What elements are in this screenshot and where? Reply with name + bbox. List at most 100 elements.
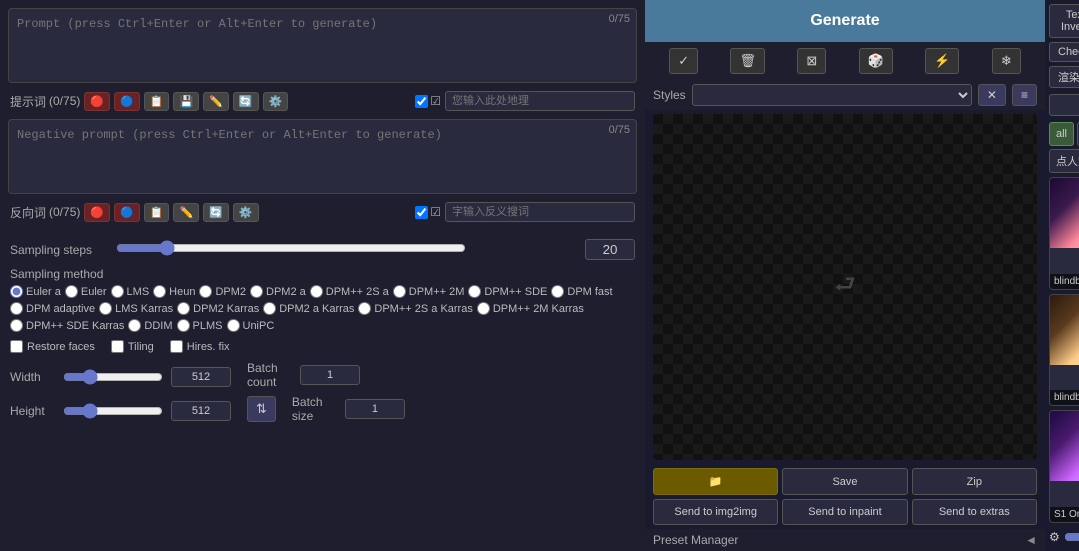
prompt-icon-btn-3[interactable]: 📋 [144,92,170,111]
radio-dpm-2m[interactable]: DPM++ 2M [393,285,465,298]
negative-text-input[interactable] [445,202,635,222]
radio-dpm-adaptive[interactable]: DPM adaptive [10,302,95,315]
card-label-3: blindbox_V3 [1050,390,1079,405]
neg-icon-btn-6[interactable]: ⚙️ [233,203,259,222]
swap-dimensions-btn[interactable]: ⇅ [247,396,276,422]
restore-faces-checkbox[interactable]: Restore faces [10,340,95,353]
card-img-1 [1050,178,1079,248]
neg-icon-btn-4[interactable]: ✏️ [173,203,199,222]
model-tabs: Checkpoints Lora LyCORIS [1049,42,1079,62]
radio-dpm2-karras[interactable]: DPM2 Karras [177,302,259,315]
positive-text-input[interactable] [445,91,635,111]
model-search-input[interactable] [1049,66,1079,88]
radio-dpm2-a[interactable]: DPM2 a [250,285,306,298]
radio-euler-a[interactable]: Euler a [10,285,61,298]
batch-size-value[interactable]: 1 [345,399,405,419]
height-row: Height 512 [10,401,231,421]
radio-euler[interactable]: Euler [65,285,107,298]
card-img-5 [1050,411,1079,481]
prompt-icon-btn-1[interactable]: 🔴 [84,92,110,111]
positive-checkbox[interactable]: ☑ [415,94,441,108]
sampling-steps-label: Sampling steps [10,243,110,257]
filter-all-btn[interactable]: all [1049,122,1074,146]
prompt-icon-btn-6[interactable]: 🔄 [233,92,259,111]
positive-prompt-input[interactable] [9,9,636,79]
positive-toolbar-label: 提示词 (0/75) [10,93,80,110]
width-slider[interactable] [63,369,163,385]
negative-checkbox[interactable]: ☑ [415,205,441,219]
prompt-icon-btn-2[interactable]: 🔵 [114,92,140,111]
checkpoints-tab[interactable]: Checkpoints [1049,42,1079,62]
neg-icon-btn-2[interactable]: 🔵 [114,203,140,222]
prompt-icon-btn-5[interactable]: ✏️ [203,92,229,111]
neg-icon-btn-1[interactable]: 🔴 [84,203,110,222]
prompt-icon-btn-4[interactable]: 💾 [173,92,199,111]
model-card-5[interactable]: S1 Ori_ArtStyle_Vit... [1049,410,1079,523]
right-panel: Textual Inversion Hypernetworks Checkpoi… [1045,0,1079,551]
model-card-3[interactable]: blindbox_V3 [1049,294,1079,407]
radio-dpm2[interactable]: DPM2 [199,285,246,298]
model-card-1[interactable]: blindbox_v1 [1049,177,1079,290]
negative-prompt-input[interactable] [9,120,636,190]
preset-collapse-arrow[interactable]: ◄ [1025,533,1037,547]
action-lightning-btn[interactable]: ⚡ [925,48,959,74]
send-inpaint-btn[interactable]: Send to inpaint [782,499,907,525]
save-btn[interactable]: Save [782,468,907,495]
sampling-steps-row: Sampling steps 20 [10,238,635,261]
action-freeze-btn[interactable]: ❄ [992,48,1021,74]
open-folder-btn[interactable]: 📁 [653,468,778,495]
textual-inversion-tab[interactable]: Textual Inversion [1049,4,1079,38]
batch-count-value[interactable]: 1 [300,365,360,385]
sampling-steps-value[interactable]: 20 [585,239,635,260]
action-trash-btn[interactable]: 🗑 [730,48,765,74]
filter-girl-btn[interactable]: 点人女生/ [1049,149,1079,173]
radio-dpm2m-karras[interactable]: DPM++ 2M Karras [477,302,584,315]
action-checkmark-btn[interactable]: ✓ [669,48,698,74]
settings-icon[interactable]: ⚙ [1049,530,1060,544]
styles-select[interactable] [692,84,972,106]
height-slider[interactable] [63,403,163,419]
radio-ddim[interactable]: DDIM [128,319,172,332]
styles-label: Styles [653,88,686,102]
neg-icon-btn-5[interactable]: 🔄 [203,203,229,222]
bottom-buttons: 📁 Save Zip [645,464,1045,499]
radio-dpm-2s[interactable]: DPM++ 2S a [310,285,389,298]
radio-lms[interactable]: LMS [111,285,150,298]
radio-plms[interactable]: PLMS [177,319,223,332]
radio-dpm2a-karras[interactable]: DPM2 a Karras [263,302,354,315]
action-icons-row: ✓ 🗑 ⊠ 🎲 ⚡ ❄ [645,42,1045,80]
right-tabs: Textual Inversion Hypernetworks [1049,4,1079,38]
zoom-slider[interactable] [1064,529,1079,545]
sampling-steps-slider-container [116,238,466,261]
send-img2img-btn[interactable]: Send to img2img [653,499,778,525]
bottom-zoom-row: ⚙ [1049,527,1079,547]
radio-dpm-fast[interactable]: DPM fast [551,285,612,298]
bottom-buttons-2: Send to img2img Send to inpaint Send to … [645,499,1045,529]
styles-clear-btn[interactable]: ✕ [978,84,1006,106]
positive-prompt-counter: 0/75 [609,13,630,25]
zip-btn[interactable]: Zip [912,468,1037,495]
radio-dpm2sa-karras[interactable]: DPM++ 2S a Karras [358,302,472,315]
canvas-icon: ⮐ [834,267,856,308]
hires-fix-checkbox[interactable]: Hires. fix [170,340,230,353]
prompt-icon-btn-7[interactable]: ⚙️ [263,92,289,111]
sampling-method-label: Sampling method [10,267,635,281]
radio-dpmsde-karras[interactable]: DPM++ SDE Karras [10,319,124,332]
height-value[interactable]: 512 [171,401,231,421]
width-value[interactable]: 512 [171,367,231,387]
positive-prompt-box: 0/75 [8,8,637,83]
action-box-btn[interactable]: ⊠ [797,48,826,74]
neg-icon-btn-3[interactable]: 📋 [144,203,170,222]
radio-dpm-sde[interactable]: DPM++ SDE [468,285,547,298]
generate-button[interactable]: Generate [645,0,1045,42]
radio-unipc[interactable]: UniPC [227,319,275,332]
styles-apply-btn[interactable]: ≡ [1012,84,1037,106]
styles-row: Styles ✕ ≡ [645,80,1045,110]
sampling-steps-slider[interactable] [116,240,466,256]
refresh-button[interactable]: Refresh [1049,94,1079,116]
radio-heun[interactable]: Heun [153,285,195,298]
tiling-checkbox[interactable]: Tiling [111,340,154,353]
action-dice-btn[interactable]: 🎲 [859,48,893,74]
send-extras-btn[interactable]: Send to extras [912,499,1037,525]
radio-lms-karras[interactable]: LMS Karras [99,302,173,315]
